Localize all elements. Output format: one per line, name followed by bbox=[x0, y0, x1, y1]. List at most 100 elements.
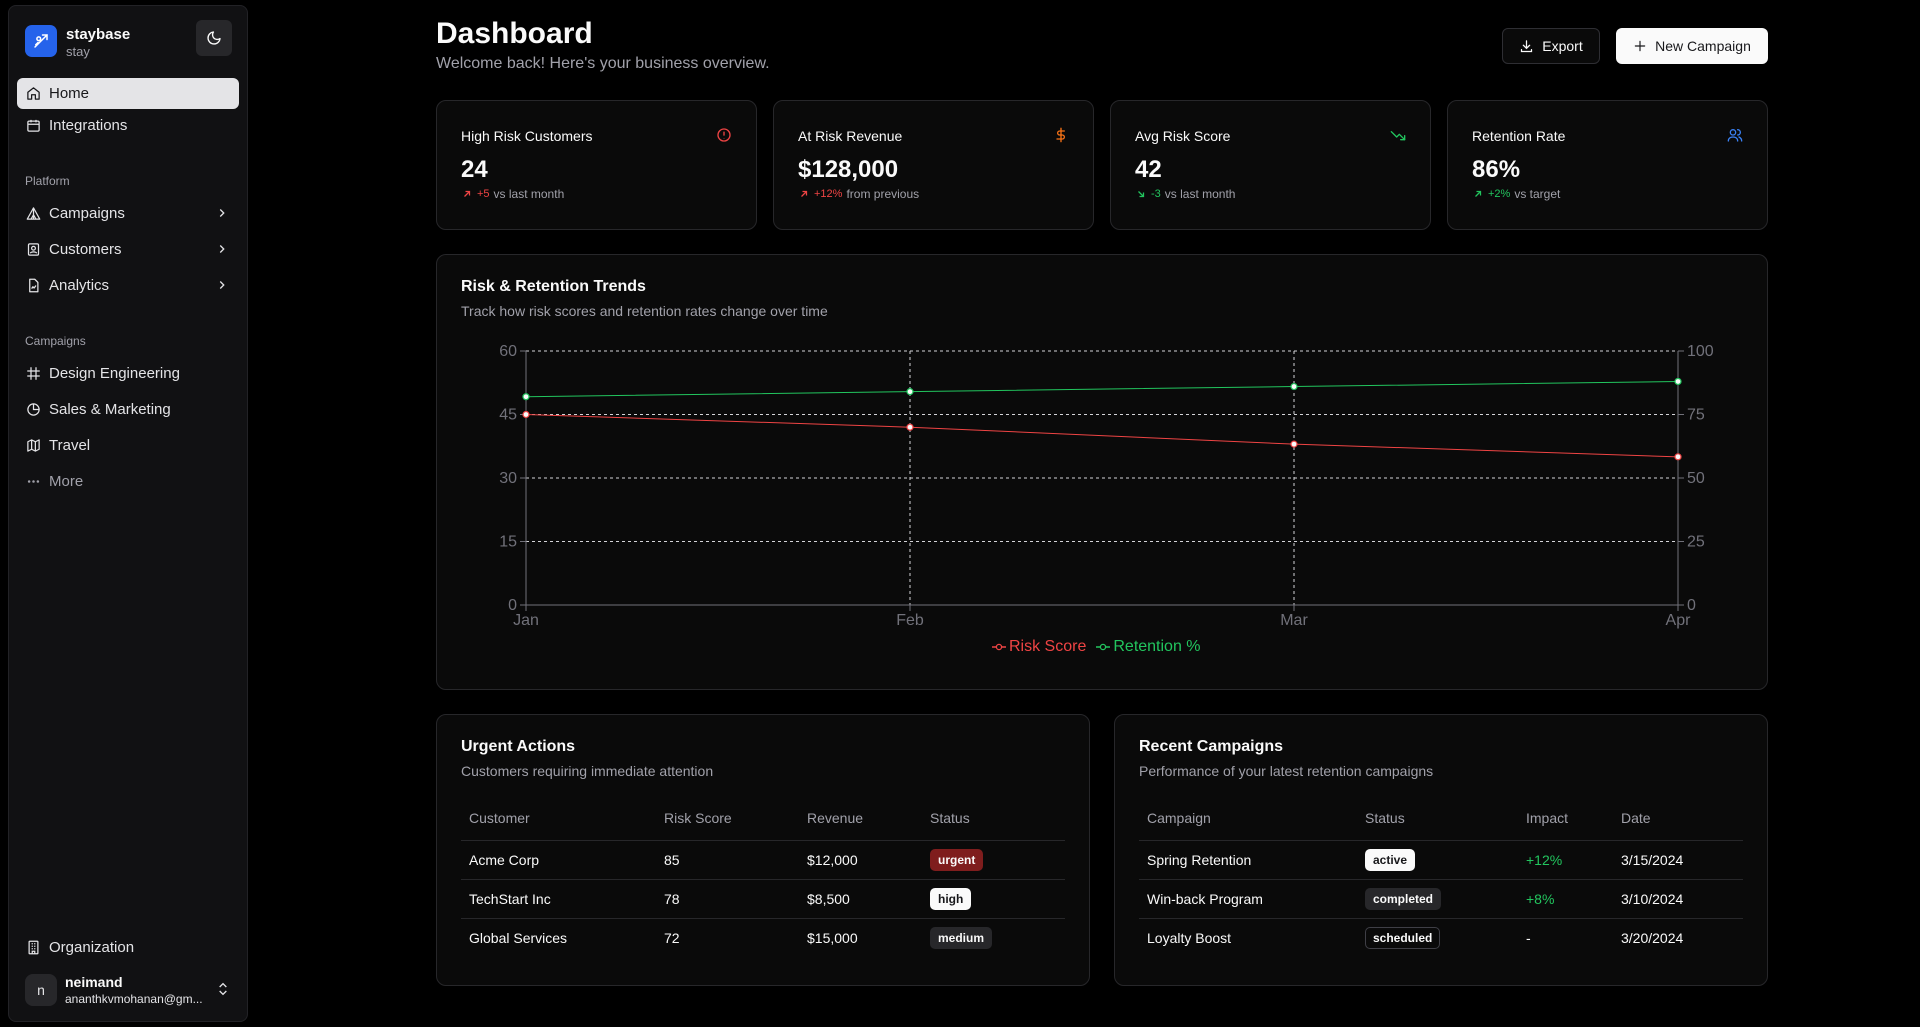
stat-card-high-risk: High Risk Customers 24 +5 vs last month bbox=[436, 100, 757, 230]
revenue-cell: $8,500 bbox=[799, 879, 922, 919]
arrow-up-right-icon bbox=[464, 190, 471, 197]
stat-value: 86% bbox=[1472, 156, 1521, 183]
arrow-down-right-icon bbox=[1138, 191, 1145, 198]
stat-value: $128,000 bbox=[798, 156, 899, 183]
table-row[interactable]: TechStart Inc 78 $8,500 high bbox=[461, 879, 1065, 919]
impact-cell: +12% bbox=[1518, 840, 1613, 880]
delta-note: from previous bbox=[846, 187, 920, 201]
column-header: Customer bbox=[461, 797, 656, 841]
sidebar-item-analytics[interactable]: Analytics bbox=[17, 270, 239, 301]
campaign-cell: Loyalty Boost bbox=[1147, 929, 1232, 946]
column-header: Status bbox=[1357, 797, 1518, 841]
sidebar-item-label: Sales & Marketing bbox=[49, 401, 171, 418]
sidebar-item-travel[interactable]: Travel bbox=[17, 430, 239, 461]
theme-toggle-button[interactable] bbox=[196, 20, 232, 56]
sidebar-item-label: More bbox=[49, 473, 84, 490]
stat-delta: +2% vs target bbox=[1472, 187, 1560, 201]
sidebar-item-integrations[interactable]: Integrations bbox=[17, 110, 239, 141]
table-row[interactable]: Loyalty Boost scheduled - 3/20/2024 bbox=[1139, 918, 1743, 957]
urgent-table: Customer Risk Score Revenue Status Acme … bbox=[461, 797, 1065, 957]
sidebar-item-campaigns[interactable]: Campaigns bbox=[17, 198, 239, 229]
date-cell: 3/15/2024 bbox=[1613, 840, 1743, 880]
sidebar-item-customers[interactable]: Customers bbox=[17, 234, 239, 265]
y-left-tick-label: 15 bbox=[499, 534, 517, 551]
legend-line-icon bbox=[992, 643, 1006, 651]
trend-chart: 0153045600255075100Jan Feb Mar Apr bbox=[499, 343, 1714, 629]
brand-name: staybase bbox=[66, 26, 131, 43]
status-cell: urgent bbox=[922, 840, 1065, 880]
page-title: Dashboard bbox=[436, 17, 593, 50]
new-campaign-button[interactable]: New Campaign bbox=[1616, 28, 1768, 64]
trends-title: Risk & Retention Trends bbox=[461, 278, 646, 295]
campaign-cell: Win-back Program bbox=[1139, 879, 1357, 919]
stat-delta: +12% from previous bbox=[798, 187, 919, 201]
delta-value: +12% bbox=[814, 188, 843, 200]
risk-cell: 72 bbox=[664, 929, 680, 946]
customer-cell: Global Services bbox=[469, 929, 568, 946]
chevron-right-icon bbox=[215, 242, 229, 260]
stat-card-avg-risk: Avg Risk Score 42 -3 vs last month bbox=[1110, 100, 1431, 230]
x-tick-label: Feb bbox=[896, 612, 924, 629]
export-label: Export bbox=[1542, 38, 1583, 54]
column-header: Campaign bbox=[1139, 797, 1357, 841]
trends-card: Risk & Retention Trends Track how risk s… bbox=[436, 254, 1768, 690]
x-tick-label: Mar bbox=[1280, 612, 1308, 629]
sidebar-item-organization[interactable]: Organization bbox=[17, 932, 239, 963]
sidebar-item-more[interactable]: More bbox=[17, 466, 239, 497]
y-right-tick-label: 25 bbox=[1687, 534, 1705, 551]
table-header-row: Campaign Status Impact Date bbox=[1139, 797, 1743, 841]
status-badge: high bbox=[930, 887, 972, 910]
status-cell: scheduled bbox=[1357, 918, 1518, 957]
contact-icon bbox=[25, 242, 41, 258]
stat-value: 24 bbox=[461, 156, 488, 183]
y-right-tick-label: 50 bbox=[1687, 470, 1705, 487]
sidebar: staybase stay Home Integrations Platform… bbox=[8, 5, 248, 1022]
chevron-right-icon bbox=[215, 278, 229, 296]
arrow-up-right-icon bbox=[801, 190, 808, 197]
customer-cell: Acme Corp bbox=[461, 840, 656, 880]
section-label-campaigns: Campaigns bbox=[25, 334, 86, 348]
legend-item-retention[interactable]: Retention % bbox=[1096, 638, 1201, 656]
delta-value: +5 bbox=[477, 188, 490, 200]
more-horizontal-icon bbox=[25, 474, 41, 490]
column-header: Status bbox=[922, 797, 1065, 841]
data-point bbox=[522, 410, 530, 419]
table-row[interactable]: Spring Retention active +12% 3/15/2024 bbox=[1139, 840, 1743, 880]
table-row[interactable]: Acme Corp 85 $12,000 urgent bbox=[461, 840, 1065, 880]
y-right-tick-label: 75 bbox=[1687, 407, 1705, 424]
stat-title: High Risk Customers bbox=[461, 128, 593, 144]
table-row[interactable]: Win-back Program completed +8% 3/10/2024 bbox=[1139, 879, 1743, 919]
chart-legend: Risk Score Retention % bbox=[992, 638, 1201, 656]
user-menu[interactable]: n neimand ananthkvmohanan@gm... bbox=[17, 969, 239, 1015]
brand-logo-icon bbox=[25, 25, 57, 57]
data-point bbox=[906, 423, 914, 431]
sidebar-item-sales-marketing[interactable]: Sales & Marketing bbox=[17, 394, 239, 425]
export-button[interactable]: Export bbox=[1502, 28, 1600, 64]
risk-cell: 85 bbox=[656, 840, 799, 880]
sidebar-item-home[interactable]: Home bbox=[17, 78, 239, 109]
revenue-cell: $15,000 bbox=[807, 929, 858, 946]
frame-icon bbox=[25, 366, 41, 382]
column-header: Revenue bbox=[799, 797, 922, 841]
status-badge: scheduled bbox=[1365, 926, 1441, 949]
moon-icon bbox=[207, 31, 221, 45]
table-row[interactable]: Global Services 72 $15,000 medium bbox=[461, 918, 1065, 957]
chevrons-up-down-icon bbox=[215, 981, 231, 1002]
avatar: n bbox=[25, 974, 57, 1006]
recent-subtitle: Performance of your latest retention cam… bbox=[1139, 763, 1434, 779]
sidebar-item-label: Travel bbox=[49, 437, 91, 454]
status-cell: completed bbox=[1357, 879, 1518, 919]
trending-down-icon bbox=[1390, 127, 1406, 148]
status-cell: medium bbox=[922, 918, 1065, 957]
y-left-tick-label: 30 bbox=[499, 470, 517, 487]
legend-item-risk[interactable]: Risk Score bbox=[992, 638, 1086, 656]
data-point bbox=[1674, 377, 1682, 386]
y-left-tick-label: 45 bbox=[499, 407, 517, 424]
sidebar-item-label: Home bbox=[49, 85, 90, 102]
recent-campaigns-card: Recent Campaigns Performance of your lat… bbox=[1114, 714, 1768, 986]
status-badge: active bbox=[1365, 848, 1416, 871]
customer-cell: TechStart Inc bbox=[461, 879, 656, 919]
arrow-up-right-icon bbox=[1475, 190, 1482, 197]
sidebar-item-design-engineering[interactable]: Design Engineering bbox=[17, 358, 239, 389]
file-chart-icon bbox=[25, 278, 41, 294]
